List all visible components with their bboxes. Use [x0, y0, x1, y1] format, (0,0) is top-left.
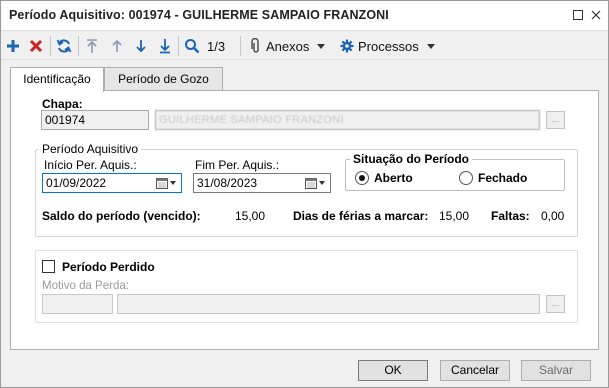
periodo-perdido-checkbox[interactable] [42, 260, 55, 273]
chapa-field[interactable]: 001974 [41, 110, 149, 130]
tab-identificacao[interactable]: Identificação [10, 67, 104, 92]
tab-periodo-de-gozo[interactable]: Período de Gozo [104, 67, 223, 91]
paperclip-icon [251, 38, 259, 53]
attachments-button[interactable]: Anexos [250, 36, 326, 56]
motivo-code-field[interactable] [42, 294, 113, 314]
ok-button[interactable]: OK [358, 360, 428, 381]
toolbar: 1/3 Anexos Processos [1, 32, 608, 60]
first-record-icon [87, 39, 97, 53]
situacao-title: Situação do Período [350, 152, 473, 166]
calendar-icon [305, 178, 317, 189]
situacao-fechado-radio[interactable] [459, 171, 473, 185]
motivo-lookup-button[interactable]: ... [546, 295, 565, 313]
add-button[interactable] [6, 36, 20, 56]
inicio-calendar-button[interactable] [152, 175, 180, 191]
dias-label: Dias de férias a marcar: [293, 209, 429, 223]
saldo-value: 15,00 [235, 209, 266, 223]
search-icon [185, 39, 200, 54]
faltas-value: 0,00 [541, 209, 565, 223]
previous-record-button[interactable] [110, 36, 124, 56]
situacao-aberto-radio[interactable] [355, 171, 369, 185]
window-title: Período Aquisitivo: 001974 - GUILHERME S… [9, 8, 389, 22]
toolbar-separator [178, 36, 179, 56]
chapa-lookup-button[interactable]: ... [546, 111, 565, 129]
situacao-fechado-label: Fechado [478, 171, 528, 185]
arrow-up-icon [112, 39, 122, 52]
delete-button[interactable] [29, 36, 43, 56]
attachments-label: Anexos [266, 38, 310, 54]
fim-date-field[interactable]: 31/08/2023 [193, 173, 331, 193]
close-icon [591, 10, 601, 20]
faltas-label: Faltas: [491, 209, 530, 223]
periodo-aquisitivo-title: Período Aquisitivo [39, 142, 142, 156]
chevron-down-icon [170, 181, 176, 185]
fim-calendar-button[interactable] [301, 175, 329, 191]
toolbar-separator [78, 36, 79, 56]
saldo-label: Saldo do período (vencido): [42, 209, 201, 223]
chapa-label: Chapa: [42, 97, 83, 111]
last-record-icon [160, 39, 170, 54]
motivo-description-field[interactable] [117, 294, 540, 314]
chevron-down-icon [319, 181, 325, 185]
save-button[interactable]: Salvar [521, 360, 591, 381]
record-position: 1/3 [207, 38, 226, 54]
dias-value: 15,00 [439, 209, 470, 223]
inicio-date-value: 01/09/2022 [46, 176, 107, 190]
toolbar-separator [240, 36, 241, 56]
next-record-button[interactable] [134, 36, 148, 56]
fim-date-value: 31/08/2023 [197, 176, 258, 190]
close-button[interactable] [588, 7, 604, 23]
periodo-perdido-label: Período Perdido [62, 260, 155, 274]
chevron-down-icon [426, 43, 435, 49]
dialog-window: Período Aquisitivo: 001974 - GUILHERME S… [0, 0, 609, 388]
motivo-label: Motivo da Perda: [42, 280, 129, 292]
processes-button[interactable]: Processos [340, 36, 435, 56]
chevron-down-icon [317, 43, 326, 49]
search-button[interactable]: 1/3 [184, 36, 225, 56]
employee-name-field[interactable]: GUILHERME SAMPAIO FRANZONI [155, 110, 540, 130]
first-record-button[interactable] [85, 36, 99, 56]
calendar-icon [156, 178, 168, 189]
delete-x-icon [29, 39, 43, 53]
situacao-aberto-label: Aberto [374, 171, 413, 185]
arrow-down-icon [136, 40, 146, 53]
gear-icon [340, 39, 354, 53]
last-record-button[interactable] [158, 36, 172, 56]
fim-label: Fim Per. Aquis.: [195, 158, 280, 172]
cancel-button[interactable]: Cancelar [440, 360, 510, 381]
refresh-button[interactable] [56, 36, 72, 56]
title-bar: Período Aquisitivo: 001974 - GUILHERME S… [1, 1, 608, 31]
toolbar-separator [50, 36, 51, 56]
plus-icon [7, 40, 19, 52]
inicio-date-field[interactable]: 01/09/2022 [42, 173, 182, 193]
refresh-icon [56, 39, 72, 53]
inicio-label: Início Per. Aquis.: [44, 158, 137, 172]
processes-label: Processos [358, 38, 419, 54]
maximize-button[interactable] [570, 7, 586, 23]
tab-panel-identificacao: Chapa: 001974 GUILHERME SAMPAIO FRANZONI… [10, 90, 599, 350]
maximize-icon [573, 10, 583, 20]
